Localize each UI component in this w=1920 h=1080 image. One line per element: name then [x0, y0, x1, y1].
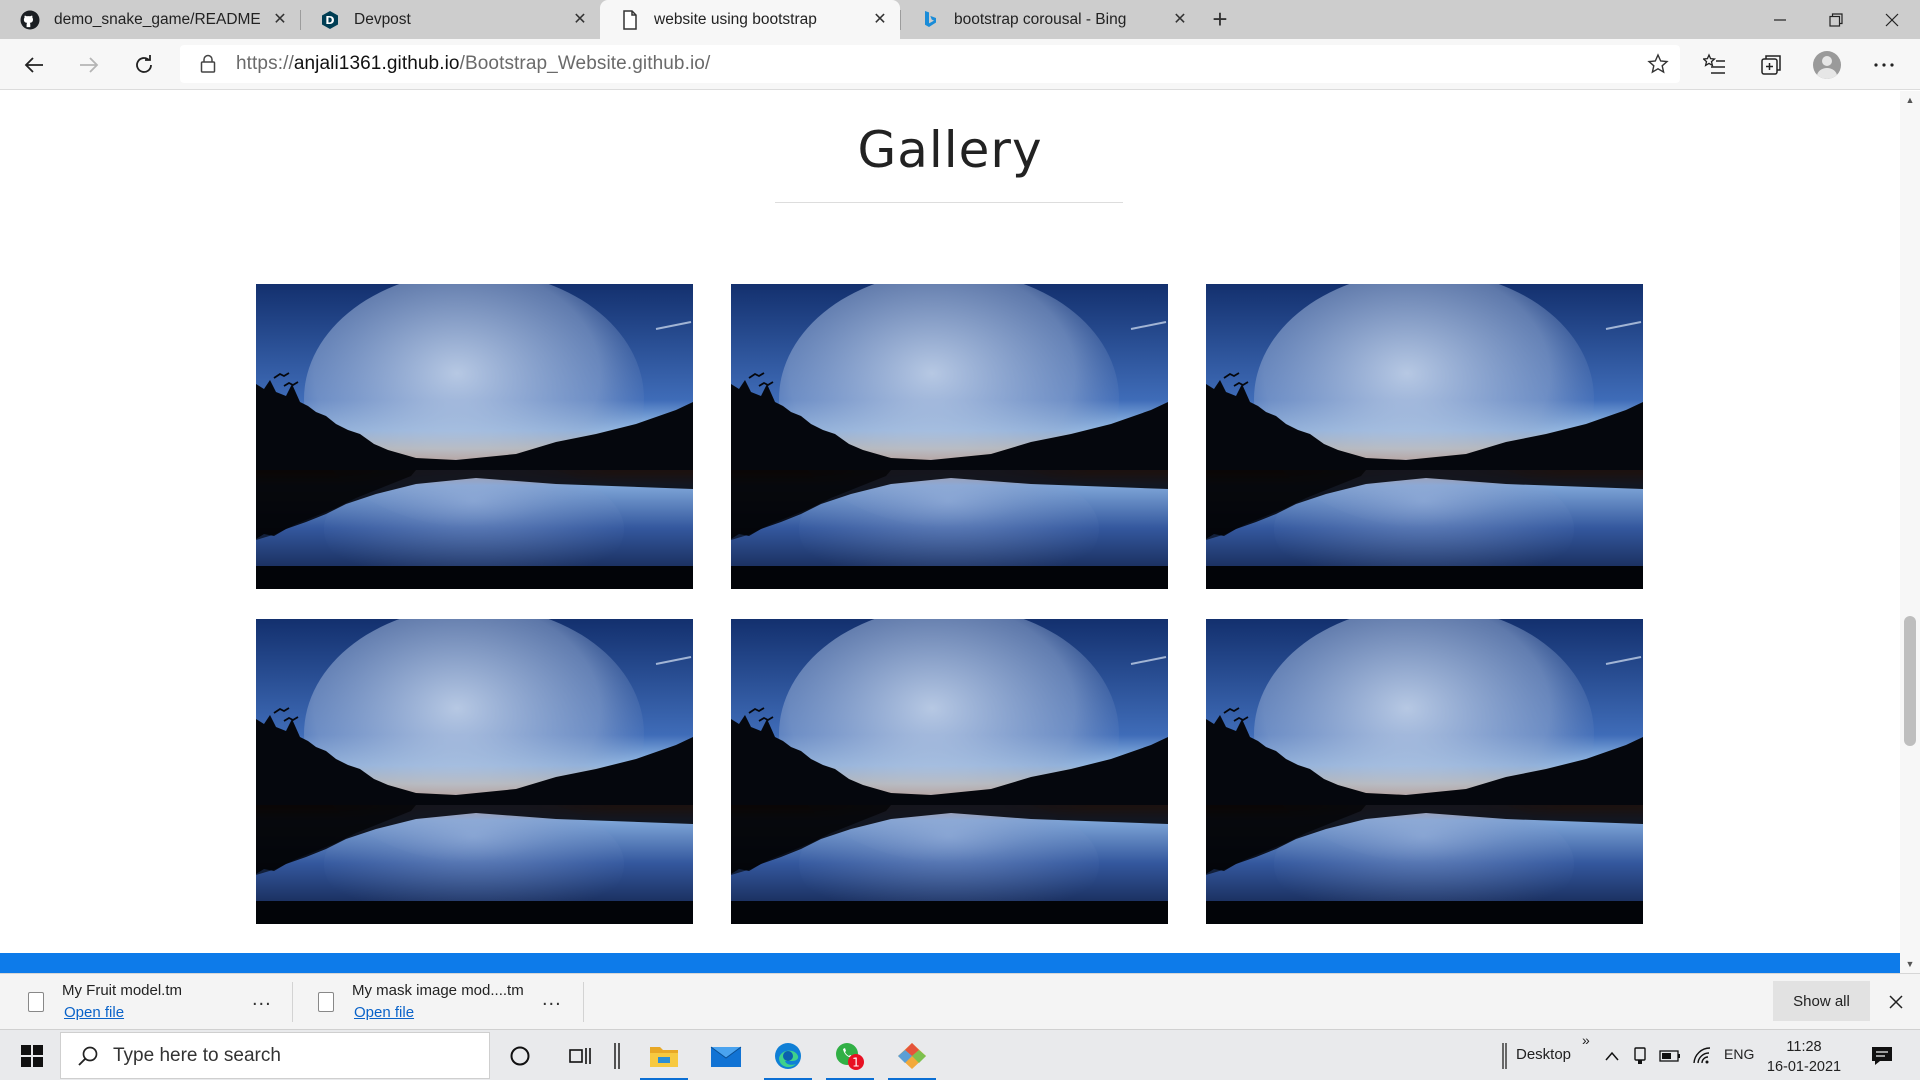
- footer-band: [0, 953, 1900, 973]
- tab-title: bootstrap corousal - Bing: [954, 10, 1127, 28]
- tab-title: Devpost: [354, 10, 411, 28]
- close-icon[interactable]: ✕: [570, 9, 590, 29]
- lock-icon[interactable]: [196, 52, 220, 76]
- system-clock[interactable]: 11:28 16-01-2021: [1764, 1037, 1844, 1077]
- download-item[interactable]: My Fruit model.tm Open file ...: [0, 974, 292, 1030]
- browser-toolbar: https://anjali1361.github.io/Bootstrap_W…: [0, 39, 1920, 90]
- page-viewport: Gallery: [0, 91, 1900, 953]
- chevron-up-icon[interactable]: [1600, 1030, 1624, 1080]
- clock-date: 16-01-2021: [1766, 1059, 1842, 1075]
- profile-avatar[interactable]: [1809, 47, 1845, 83]
- close-downloads-icon[interactable]: [1882, 988, 1910, 1016]
- gallery-photo-4[interactable]: [256, 619, 693, 924]
- minimize-icon[interactable]: [1752, 0, 1808, 39]
- tab-github-readme[interactable]: demo_snake_game/README.md ✕: [0, 0, 300, 39]
- settings-more-icon[interactable]: [1866, 47, 1902, 83]
- close-icon[interactable]: ✕: [1170, 9, 1190, 29]
- devpost-icon: D: [320, 10, 340, 30]
- tab-title: demo_snake_game/README.md: [54, 10, 260, 28]
- gallery-photo-5[interactable]: [731, 619, 1168, 924]
- toolbar-overflow-icon[interactable]: »: [1582, 1032, 1590, 1048]
- windows-start-icon[interactable]: [14, 1030, 50, 1080]
- svg-text:D: D: [325, 14, 334, 27]
- tab-website-using-bootstrap[interactable]: website using bootstrap ✕: [600, 0, 900, 39]
- scroll-up-arrow-icon[interactable]: ▲: [1900, 91, 1920, 109]
- desktop-toolbar-label[interactable]: Desktop: [1516, 1046, 1571, 1063]
- more-options-icon[interactable]: ...: [252, 988, 272, 1011]
- taskbar-search-box[interactable]: Type here to search: [60, 1032, 490, 1079]
- notification-badge: 1: [852, 1055, 860, 1069]
- edge-browser-icon[interactable]: [762, 1030, 814, 1080]
- url-text: https://anjali1361.github.io/Bootstrap_W…: [236, 53, 711, 74]
- tab-devpost[interactable]: D Devpost ✕: [300, 0, 600, 39]
- git-gui-icon[interactable]: [886, 1030, 938, 1080]
- close-icon[interactable]: ✕: [870, 9, 890, 29]
- downloads-bar: My Fruit model.tm Open file ... My mask …: [0, 973, 1920, 1029]
- window-controls: [1752, 0, 1920, 39]
- collections-icon[interactable]: [1753, 47, 1789, 83]
- gallery-photo-6[interactable]: [1206, 619, 1643, 924]
- open-file-link[interactable]: Open file: [64, 1004, 124, 1021]
- github-icon: [20, 10, 40, 30]
- new-tab-button[interactable]: +: [1200, 0, 1240, 39]
- gallery-photo-3[interactable]: [1206, 284, 1643, 589]
- gallery-photo-1[interactable]: [256, 284, 693, 589]
- avatar-icon: [1813, 51, 1841, 79]
- favorites-list-icon[interactable]: [1697, 47, 1733, 83]
- tab-strip: demo_snake_game/README.md ✕ D Devpost ✕ …: [0, 0, 1920, 39]
- divider: [583, 982, 584, 1022]
- scroll-thumb[interactable]: [1904, 616, 1916, 746]
- bing-icon: [920, 10, 940, 30]
- windows-taskbar: Type here to search 1 Desktop » ENG 11:2…: [0, 1029, 1920, 1080]
- file-icon: [28, 992, 44, 1012]
- restore-icon[interactable]: [1808, 0, 1864, 39]
- tab-title: website using bootstrap: [654, 10, 817, 28]
- device-icon[interactable]: [1628, 1030, 1652, 1080]
- close-window-icon[interactable]: [1864, 0, 1920, 39]
- mail-icon[interactable]: [700, 1030, 752, 1080]
- cortana-icon[interactable]: [502, 1030, 538, 1080]
- wifi-icon[interactable]: [1688, 1030, 1716, 1080]
- gallery-heading: Gallery: [857, 121, 1043, 179]
- download-file-name: My mask image mod....tm: [352, 982, 524, 999]
- battery-icon[interactable]: [1656, 1030, 1684, 1080]
- file-explorer-icon[interactable]: [638, 1030, 690, 1080]
- language-indicator[interactable]: ENG: [1724, 1046, 1754, 1062]
- notifications-icon[interactable]: [1864, 1030, 1900, 1080]
- page-icon: [620, 9, 640, 30]
- download-file-name: My Fruit model.tm: [62, 982, 183, 999]
- heading-divider: [775, 202, 1123, 203]
- download-item[interactable]: My mask image mod....tm Open file ...: [290, 974, 583, 1030]
- gallery-photo-2[interactable]: [731, 284, 1168, 589]
- search-placeholder: Type here to search: [113, 1044, 281, 1066]
- whatsapp-icon[interactable]: 1: [824, 1030, 876, 1080]
- more-options-icon[interactable]: ...: [542, 988, 562, 1011]
- page-scrollbar[interactable]: ▲ ▼: [1900, 91, 1920, 973]
- address-bar[interactable]: https://anjali1361.github.io/Bootstrap_W…: [180, 45, 1680, 83]
- search-icon: [75, 1043, 101, 1069]
- tab-bing-search[interactable]: bootstrap corousal - Bing ✕: [900, 0, 1200, 39]
- favorite-star-icon[interactable]: [1646, 52, 1670, 76]
- refresh-icon[interactable]: [126, 47, 162, 83]
- tray-separator: [1500, 1030, 1510, 1080]
- task-view-icon[interactable]: [562, 1030, 598, 1080]
- open-file-link[interactable]: Open file: [354, 1004, 414, 1021]
- forward-arrow-icon[interactable]: [71, 47, 107, 83]
- clock-time: 11:28: [1786, 1039, 1822, 1055]
- scroll-down-arrow-icon[interactable]: ▼: [1900, 955, 1920, 973]
- close-icon[interactable]: ✕: [270, 9, 290, 29]
- taskbar-separator: [610, 1030, 624, 1080]
- show-all-button[interactable]: Show all: [1773, 981, 1870, 1021]
- file-icon: [318, 992, 334, 1012]
- back-arrow-icon[interactable]: [16, 47, 52, 83]
